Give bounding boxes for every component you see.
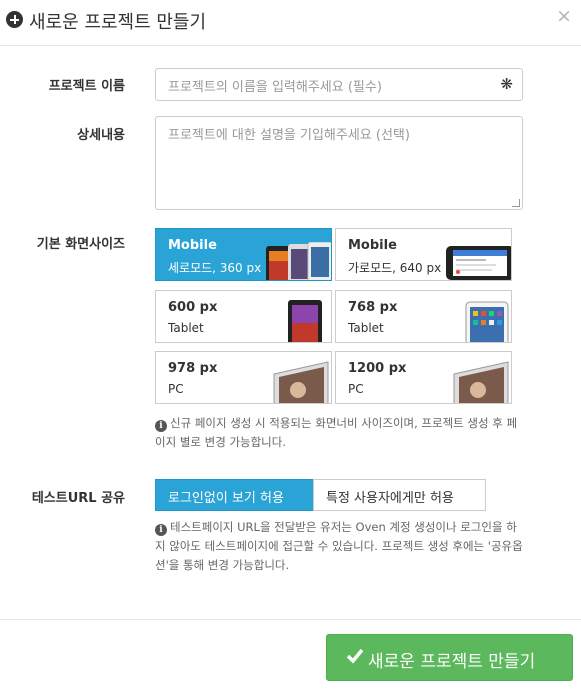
size-option-title: 600 px (168, 300, 218, 315)
plus-circle-icon (6, 11, 23, 28)
size-option-subtitle: 세로모드, 360 px (168, 261, 262, 275)
share-help: i 테스트페이지 URL을 전달받은 유저는 Oven 계정 생성이나 로그인을 … (155, 518, 525, 575)
modal-title: 새로운 프로젝트 만들기 (29, 12, 207, 33)
size-option-tablet-600[interactable]: 600 px Tablet (155, 290, 332, 343)
check-icon (346, 648, 364, 664)
screen-size-help: i 신규 페이지 생성 시 적용되는 화면너비 사이즈이며, 프로젝트 생성 후 … (155, 414, 525, 452)
size-option-subtitle: PC (168, 382, 184, 396)
screen-size-help-text: 신규 페이지 생성 시 적용되는 화면너비 사이즈이며, 프로젝트 생성 후 페… (155, 416, 518, 449)
tablet-small-icon (288, 300, 322, 342)
size-option-title: 978 px (168, 361, 218, 376)
create-project-label: 새로운 프로젝트 만들기 (368, 652, 536, 672)
project-name-input[interactable]: 프로젝트의 이름을 입력해주세요 (필수) ❋ (155, 68, 523, 101)
project-name-placeholder: 프로젝트의 이름을 입력해주세요 (필수) (168, 80, 382, 95)
description-textarea[interactable]: 프로젝트에 대한 설명을 기입해주세요 (선택) (155, 116, 523, 210)
size-option-title: 1200 px (348, 361, 407, 376)
size-option-title: Mobile (348, 238, 397, 253)
size-option-pc-1200[interactable]: 1200 px PC (335, 351, 512, 404)
close-icon[interactable]: × (556, 7, 572, 26)
resize-grip-icon[interactable] (512, 199, 520, 207)
size-option-subtitle: Tablet (348, 321, 384, 335)
tablet-large-icon (465, 301, 509, 342)
share-option-no-login[interactable]: 로그인없이 보기 허용 (155, 479, 314, 511)
monitor-icon (273, 361, 329, 403)
screen-size-label: 기본 화면사이즈 (36, 237, 125, 252)
share-label: 테스트URL 공유 (31, 491, 125, 506)
required-asterisk-icon: ❋ (500, 75, 513, 93)
description-label: 상세내용 (77, 128, 125, 143)
project-name-label: 프로젝트 이름 (48, 79, 125, 94)
phones-portrait-icon (266, 242, 331, 280)
size-option-mobile-portrait[interactable]: Mobile 세로모드, 360 px (155, 228, 332, 281)
info-icon: i (155, 420, 167, 432)
size-option-mobile-landscape[interactable]: Mobile 가로모드, 640 px (335, 228, 512, 281)
modal-header: 새로운 프로젝트 만들기 × (0, 0, 581, 46)
description-placeholder: 프로젝트에 대한 설명을 기입해주세요 (선택) (168, 128, 410, 143)
info-icon: i (155, 524, 167, 536)
size-option-title: 768 px (348, 300, 398, 315)
monitor-icon (453, 361, 509, 403)
size-option-subtitle: PC (348, 382, 364, 396)
share-help-text: 테스트페이지 URL을 전달받은 유저는 Oven 계정 생성이나 로그인을 하… (155, 520, 523, 572)
size-option-subtitle: Tablet (168, 321, 204, 335)
size-option-pc-978[interactable]: 978 px PC (155, 351, 332, 404)
size-option-tablet-768[interactable]: 768 px Tablet (335, 290, 512, 343)
share-option-specific-users[interactable]: 특정 사용자에게만 허용 (313, 479, 486, 511)
create-project-button[interactable]: 새로운 프로젝트 만들기 (326, 634, 573, 681)
size-option-subtitle: 가로모드, 640 px (348, 261, 442, 275)
phone-landscape-icon (446, 246, 511, 280)
size-option-title: Mobile (168, 238, 217, 253)
